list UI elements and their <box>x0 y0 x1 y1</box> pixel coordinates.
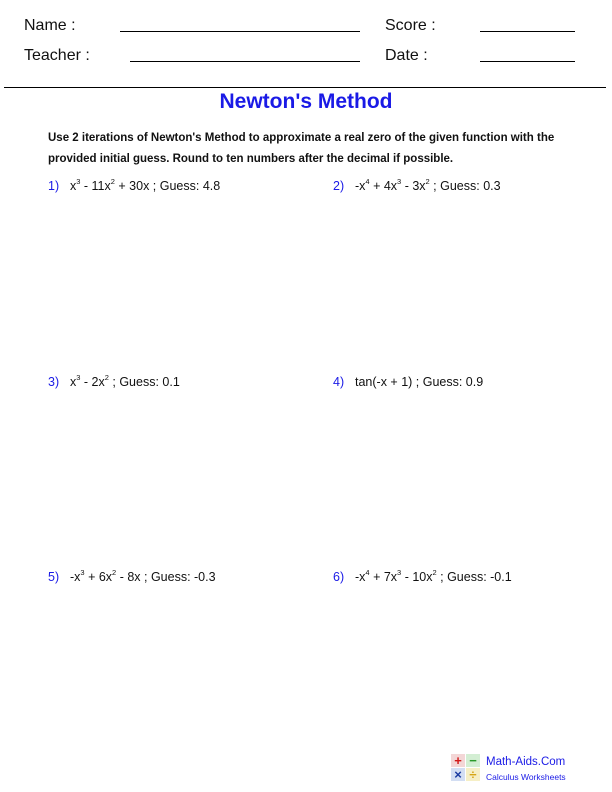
header-divider <box>4 87 606 88</box>
brand-link[interactable]: Math-Aids.Com <box>486 756 565 768</box>
instructions: Use 2 iterations of Newton's Method to a… <box>48 132 555 165</box>
problem-number: 4) <box>333 375 345 389</box>
expression-text: + 6x <box>84 570 113 584</box>
problem-number: 1) <box>48 179 60 193</box>
expression-text: ; Guess: 0.1 <box>108 375 180 389</box>
page-title: Newton's Method <box>219 90 393 113</box>
score-field[interactable] <box>480 31 575 32</box>
expression-text: + 4x <box>369 179 398 193</box>
expression-text: -x <box>70 570 81 584</box>
expression-text: tan(-x + 1) ; Guess: 0.9 <box>355 375 484 389</box>
expression-text: ; Guess: -0.1 <box>436 570 512 584</box>
expression-text: - 3x <box>401 179 426 193</box>
problem-expression: -x4 + 4x3 - 3x2 ; Guess: 0.3 <box>355 178 501 193</box>
teacher-label: Teacher : <box>24 47 90 64</box>
expression-text: -x <box>355 179 366 193</box>
expression-text: - 2x <box>80 375 105 389</box>
problem-expression: x3 - 2x2 ; Guess: 0.1 <box>70 374 180 389</box>
expression-text: -x <box>355 570 366 584</box>
plus-icon: + <box>451 754 465 767</box>
divide-icon: ÷ <box>466 768 480 781</box>
math-aids-logo-icon: + − × ÷ <box>451 754 481 782</box>
problem-expression: x3 - 11x2 + 30x ; Guess: 4.8 <box>70 178 221 193</box>
problem-3: 3) x3 - 2x2 ; Guess: 0.1 <box>48 374 180 389</box>
expression-text: - 10x <box>401 570 433 584</box>
problem-number: 2) <box>333 179 345 193</box>
problem-expression: tan(-x + 1) ; Guess: 0.9 <box>355 375 483 389</box>
problem-expression: -x4 + 7x3 - 10x2 ; Guess: -0.1 <box>355 569 512 584</box>
expression-text: + 30x ; Guess: 4.8 <box>114 179 221 193</box>
times-icon: × <box>451 768 465 781</box>
date-label: Date : <box>385 47 428 64</box>
problem-6: 6) -x4 + 7x3 - 10x2 ; Guess: -0.1 <box>333 569 512 584</box>
teacher-field[interactable] <box>130 61 360 62</box>
problem-number: 5) <box>48 570 60 584</box>
problem-4: 4) tan(-x + 1) ; Guess: 0.9 <box>333 375 483 389</box>
problem-number: 3) <box>48 375 60 389</box>
name-label: Name : <box>24 17 76 34</box>
brand-subtitle: Calculus Worksheets <box>486 772 566 782</box>
problem-expression: -x3 + 6x2 - 8x ; Guess: -0.3 <box>70 569 216 584</box>
problem-number: 6) <box>333 570 345 584</box>
problem-5: 5) -x3 + 6x2 - 8x ; Guess: -0.3 <box>48 569 216 584</box>
score-label: Score : <box>385 17 436 34</box>
expression-text: ; Guess: 0.3 <box>429 179 501 193</box>
name-field[interactable] <box>120 31 360 32</box>
minus-icon: − <box>466 754 480 767</box>
problem-2: 2) -x4 + 4x3 - 3x2 ; Guess: 0.3 <box>333 178 501 193</box>
expression-text: - 11x <box>80 179 111 193</box>
expression-text: + 7x <box>369 570 398 584</box>
expression-text: - 8x ; Guess: -0.3 <box>116 570 216 584</box>
problem-1: 1) x3 - 11x2 + 30x ; Guess: 4.8 <box>48 178 221 193</box>
date-field[interactable] <box>480 61 575 62</box>
